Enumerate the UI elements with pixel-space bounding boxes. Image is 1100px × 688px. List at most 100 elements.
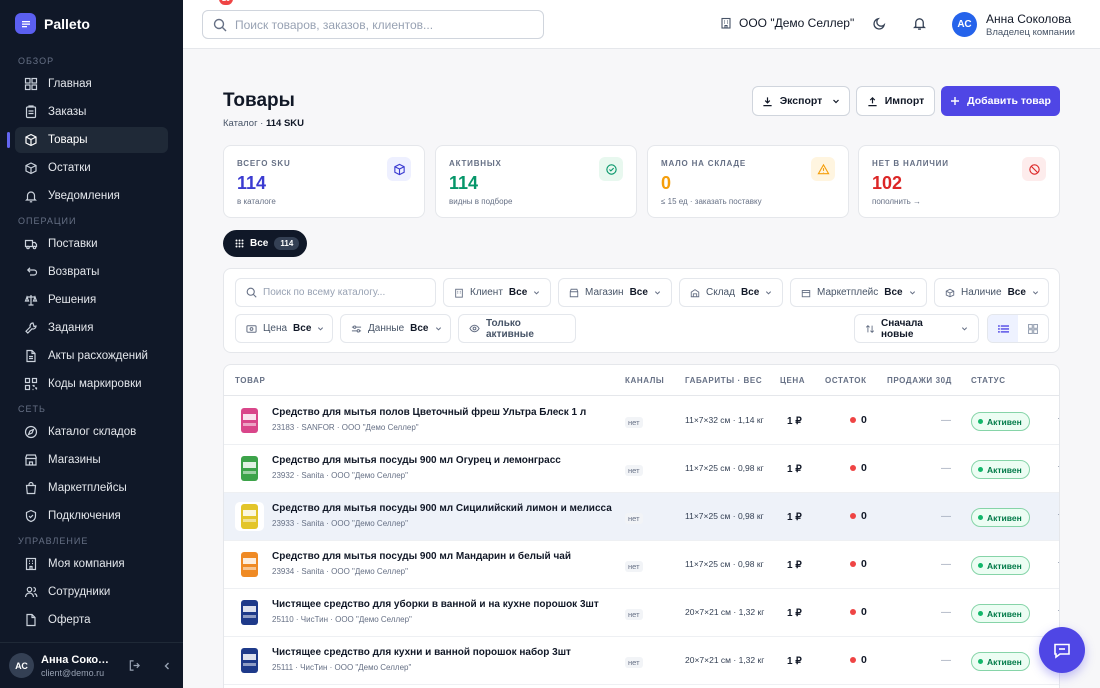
- stat-card[interactable]: МАЛО НА СКЛАДЕ 0 ≤ 15 ед · заказать постав…: [647, 145, 849, 218]
- add-product-button[interactable]: Добавить товар: [941, 86, 1060, 116]
- sidebar-item-wrench[interactable]: Задания: [15, 315, 168, 341]
- bag-icon: [24, 481, 38, 495]
- sidebar-item-shield[interactable]: Подключения: [15, 503, 168, 529]
- moon-icon[interactable]: [872, 16, 887, 31]
- product-name[interactable]: Средство для мытья посуды 900 мл Сицилий…: [272, 503, 612, 514]
- users-icon: [24, 585, 38, 599]
- stat-card[interactable]: НЕТ В НАЛИЧИИ 102 пополнить →: [858, 145, 1060, 218]
- column-header: СТАТУС: [971, 376, 1006, 385]
- sidebar-item-store[interactable]: Магазины: [15, 447, 168, 473]
- dimensions-weight: 20×7×21 см · 1,32 кг: [685, 655, 765, 665]
- sidebar-item-compass[interactable]: Каталог складов: [15, 419, 168, 445]
- catalog-search[interactable]: [235, 278, 436, 307]
- bell-icon[interactable]: [912, 16, 927, 31]
- column-header: ЦЕНА: [780, 376, 806, 385]
- stat-card[interactable]: ВСЕГО SKU 114 в каталоге: [223, 145, 425, 218]
- sidebar-item-bag[interactable]: Маркетплейсы: [15, 475, 168, 501]
- collapse-icon[interactable]: [162, 661, 172, 671]
- chevron-down-icon: [533, 289, 540, 296]
- export-button[interactable]: Экспорт: [752, 86, 850, 116]
- sidebar-item-label: Магазины: [48, 454, 101, 466]
- list-view-button[interactable]: [988, 315, 1018, 342]
- table-row[interactable]: Средство для мытья посуды 900 мл Мандари…: [224, 541, 1059, 589]
- status-dot: [978, 563, 983, 568]
- channels-badge: нет: [625, 561, 643, 572]
- sidebar-item-users[interactable]: Сотрудники: [15, 579, 168, 605]
- global-search[interactable]: [202, 10, 544, 39]
- document-icon: [24, 613, 38, 627]
- status-badge: Активен: [971, 556, 1030, 575]
- product-name[interactable]: Средство для мытья посуды 900 мл Огурец …: [272, 455, 561, 466]
- avatar[interactable]: АС: [952, 12, 977, 37]
- chat-button[interactable]: [1039, 627, 1085, 673]
- row-more[interactable]: ·: [1057, 413, 1059, 423]
- cube-icon: [24, 133, 38, 147]
- catalog-search-input[interactable]: [263, 287, 423, 298]
- row-more[interactable]: ·: [1057, 509, 1059, 519]
- logout-icon[interactable]: [128, 659, 141, 672]
- product-name[interactable]: Чистящее средство для уборки в ванной и …: [272, 599, 599, 610]
- sidebar-item-qr[interactable]: Коды маркировки: [15, 371, 168, 397]
- list-icon: [997, 324, 1009, 334]
- product-name[interactable]: Средство для мытья полов Цветочный фреш …: [272, 407, 586, 418]
- status-label: Активен: [987, 656, 1022, 667]
- table-row[interactable]: Чистящее средство для кухни и ванной пор…: [224, 637, 1059, 685]
- grid-dots-icon: [235, 239, 244, 248]
- status-label: Активен: [987, 416, 1022, 427]
- import-button[interactable]: Импорт: [856, 86, 935, 116]
- sidebar-user-email: client@demo.ru: [41, 667, 105, 678]
- table-row[interactable]: Средство для мытья полов Цветочный фреш …: [224, 397, 1059, 445]
- avatar[interactable]: АС: [9, 653, 34, 678]
- sidebar-item-building[interactable]: Моя компания: [15, 551, 168, 577]
- filter-store[interactable]: Магазин Все: [558, 278, 672, 307]
- sales-30d: —: [941, 607, 951, 618]
- view-toggle: [987, 314, 1049, 343]
- filter-warehouse[interactable]: Склад Все: [679, 278, 783, 307]
- sort-label: Сначала новые: [881, 317, 923, 340]
- sidebar-item-cube[interactable]: Товары: [7, 127, 168, 153]
- sidebar-item-scale[interactable]: Решения: [15, 287, 168, 313]
- chevron-down-icon: [317, 325, 324, 332]
- sidebar-item-bell[interactable]: Уведомления: [15, 183, 168, 209]
- building-icon: [454, 288, 464, 298]
- filter-marketplace[interactable]: Маркетплейс Все: [790, 278, 927, 307]
- download-icon: [762, 96, 773, 107]
- product-name[interactable]: Чистящее средство для кухни и ванной пор…: [272, 647, 571, 658]
- sidebar-item-clipboard[interactable]: Заказы: [15, 99, 168, 125]
- stat-card[interactable]: АКТИВНЫХ 114 видны в подборе: [435, 145, 637, 218]
- price: 1 ₽: [787, 656, 802, 667]
- dimensions-weight: 11×7×25 см · 0,98 кг: [685, 559, 764, 569]
- filter-availability[interactable]: Наличие Все: [934, 278, 1049, 307]
- list-icon: [15, 13, 36, 34]
- filter-client[interactable]: Клиент Все: [443, 278, 551, 307]
- column-header: ОСТАТОК: [825, 376, 867, 385]
- chip-label: Все: [250, 238, 269, 249]
- sidebar-item-label: Подключения: [48, 510, 121, 522]
- building-icon: [720, 17, 732, 29]
- sort-select[interactable]: Сначала новые: [854, 314, 979, 343]
- sidebar-item-return[interactable]: Возвраты: [15, 259, 168, 285]
- row-more[interactable]: ·: [1057, 605, 1059, 615]
- table-row[interactable]: Средство для мытья посуды 900 мл Огурец …: [224, 445, 1059, 493]
- global-search-input[interactable]: [235, 17, 525, 32]
- sidebar-item-truck[interactable]: Поставки: [15, 231, 168, 257]
- price: 1 ₽: [787, 560, 802, 571]
- sidebar-section-title: СЕТЬ: [18, 404, 46, 414]
- filter-data[interactable]: Данные Все: [340, 314, 451, 343]
- table-row[interactable]: Средство для мытья посуды 900 мл Сицилий…: [224, 493, 1059, 541]
- main-content: Товары Каталог · 114 SKU Экспорт Импорт …: [183, 49, 1100, 688]
- table-row[interactable]: Чистящее средство для уборки в ванной и …: [224, 589, 1059, 637]
- row-more[interactable]: ·: [1057, 557, 1059, 567]
- sidebar-item-file[interactable]: Акты расхождений: [15, 343, 168, 369]
- sidebar-item-box[interactable]: Остатки: [15, 155, 168, 181]
- filter-chip-all[interactable]: Все 114: [223, 230, 307, 257]
- filter-price[interactable]: Цена Все: [235, 314, 333, 343]
- org-switcher[interactable]: ООО "Демо Селлер": [720, 16, 854, 30]
- row-more[interactable]: ·: [1057, 461, 1059, 471]
- product-name[interactable]: Средство для мытья посуды 900 мл Мандари…: [272, 551, 571, 562]
- brand[interactable]: Palleto: [15, 13, 90, 34]
- sidebar-item-document[interactable]: Оферта: [15, 607, 168, 633]
- sidebar-item-grid[interactable]: Главная: [15, 71, 168, 97]
- grid-view-button[interactable]: [1018, 315, 1048, 342]
- only-active-toggle[interactable]: Только активные: [458, 314, 576, 343]
